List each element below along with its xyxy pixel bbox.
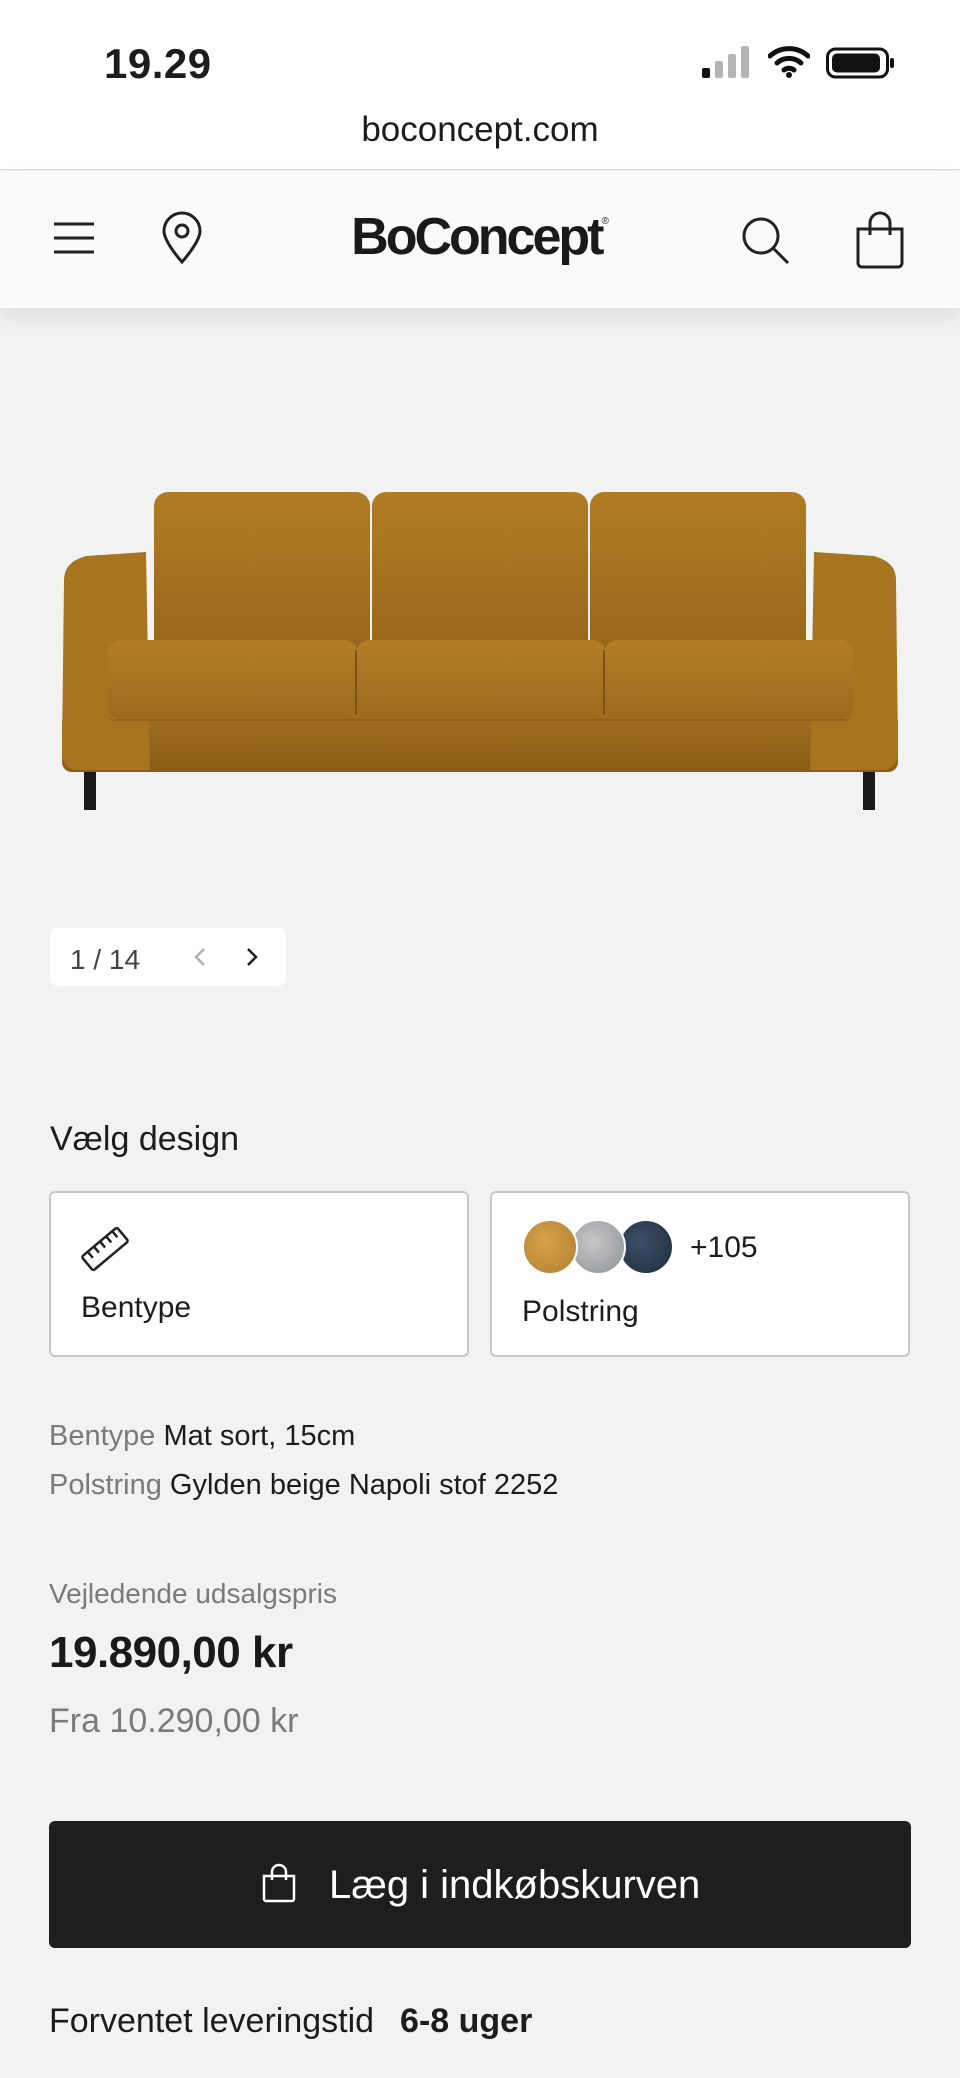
delivery-time: Forventet leveringstid 6-8 uger [49,2002,532,2041]
selected-upholstery: Polstring Gylden beige Napoli stof 2252 [49,1469,558,1502]
more-swatches-count: +105 [690,1231,758,1264]
ruler-icon [81,1226,129,1272]
spec-key: Bentype [49,1420,156,1452]
price-from: Fra 10.290,00 kr [49,1702,299,1740]
site-header: BoConcept® [0,171,960,308]
choose-design-title: Vælg design [50,1120,240,1158]
gallery-pager: 1 / 14 [50,928,286,986]
battery-icon [826,47,894,79]
status-time: 19.29 [104,40,212,87]
shopping-bag-icon [262,1863,296,1903]
leg-type-option-card[interactable]: Bentype [49,1191,469,1357]
cellular-signal-icon [702,46,749,78]
add-to-cart-button[interactable]: Læg i indkøbskurven [49,1821,911,1948]
delivery-label: Forventet leveringstid [49,2002,375,2040]
upholstery-option-card[interactable]: +105 Polstring [490,1191,910,1357]
upholstery-label: Polstring [522,1295,639,1328]
search-icon[interactable] [740,215,792,267]
price-label: Vejledende udsalgspris [49,1578,337,1609]
brand-logo[interactable]: BoConcept® [0,207,960,267]
brand-logo-text: BoConcept [351,208,604,266]
spec-key: Polstring [49,1469,162,1501]
wifi-icon [768,46,810,78]
registered-mark: ® [601,216,609,227]
gallery-counter: 1 / 14 [70,944,141,975]
swatch-grey [570,1219,626,1275]
add-to-cart-label: Læg i indkøbskurven [329,1863,701,1907]
leg-type-label: Bentype [81,1291,192,1324]
price-amount: 19.890,00 kr [49,1628,293,1677]
spec-value: Mat sort, 15cm [163,1420,356,1452]
swatch-dark-blue [618,1219,674,1275]
spec-value: Gylden beige Napoli stof 2252 [169,1469,559,1501]
selected-leg-type: Bentype Mat sort, 15cm [49,1420,355,1453]
previous-image-chevron-icon[interactable] [186,942,216,972]
shopping-bag-icon[interactable] [854,211,906,269]
address-bar-url[interactable]: boconcept.com [0,110,960,150]
product-image-sofa[interactable] [50,480,910,820]
swatch-golden-beige [522,1219,578,1275]
browser-top-bar: 19.29 boconcept.com [0,0,960,170]
delivery-value: 6-8 uger [400,2002,533,2040]
next-image-chevron-icon[interactable] [236,942,266,972]
